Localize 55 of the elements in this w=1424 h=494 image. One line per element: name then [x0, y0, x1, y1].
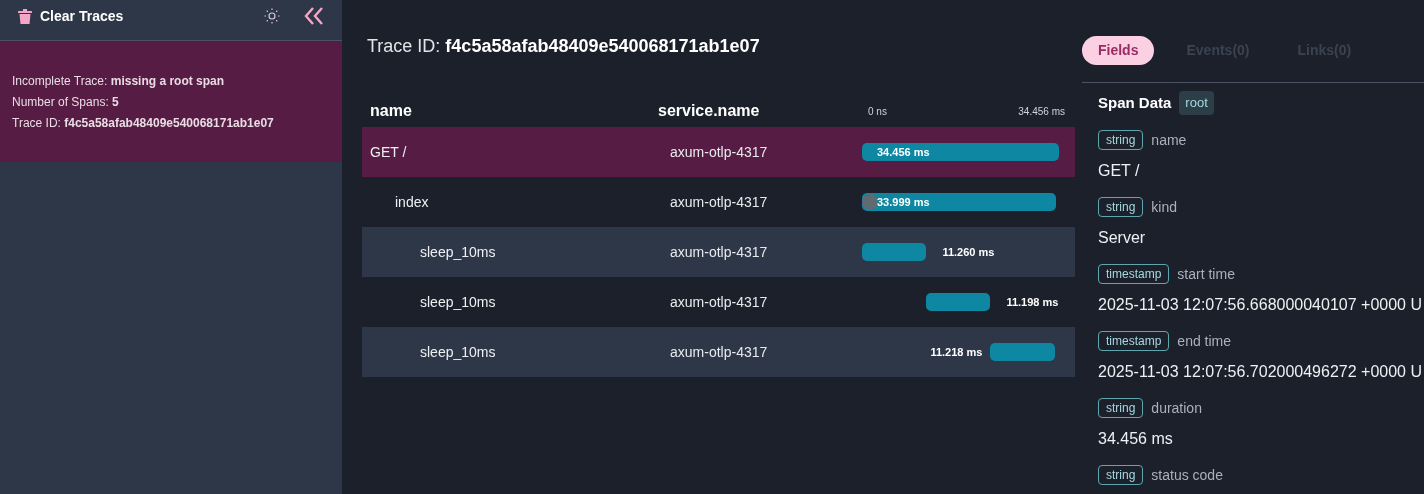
span-bar	[862, 243, 927, 261]
trace-card[interactable]: Incomplete Trace: missing a root span Number of Spans: 5 Trace ID: f4c5a58afab48409e540068171ab1e07	[0, 41, 342, 162]
span-row[interactable]: GET / axum-otlp-4317 34.456 ms	[362, 127, 1075, 177]
duration-label: 11.198 ms	[1006, 294, 1059, 310]
trash-icon	[18, 8, 32, 24]
trace-id-label: Trace ID:	[367, 35, 441, 58]
field-name: duration	[1151, 398, 1202, 418]
field-name: kind	[1151, 197, 1178, 217]
axis-label: 34.456 ms	[1018, 104, 1065, 119]
duration-label: 11.218 ms	[930, 344, 983, 360]
span-name: sleep_10ms	[420, 294, 496, 310]
duration-label: 34.456 ms	[877, 144, 930, 160]
trace-info: Incomplete Trace: missing a root span	[12, 72, 226, 90]
column-header: service.name	[658, 101, 761, 121]
collapse-icon[interactable]	[304, 7, 324, 25]
service-name: axum-otlp-4317	[670, 244, 768, 260]
sun-icon[interactable]	[263, 7, 281, 25]
service-name: axum-otlp-4317	[670, 344, 768, 360]
trace-info: Trace ID: f4c5a58afab48409e540068171ab1e07	[12, 114, 275, 132]
span-row[interactable]: sleep_10ms axum-otlp-4317 11.260 ms	[362, 227, 1075, 277]
span-name: sleep_10ms	[420, 244, 496, 260]
section-title: Span Data	[1098, 92, 1172, 113]
clear-traces-button[interactable]: Clear Traces	[18, 5, 124, 27]
service-name: axum-otlp-4317	[670, 294, 768, 310]
type-tag: timestamp	[1098, 331, 1170, 351]
field-value: GET /	[1098, 160, 1141, 181]
trace-info: Number of Spans: 5	[12, 93, 120, 111]
span-row[interactable]: sleep_10ms axum-otlp-4317 11.218 ms	[362, 327, 1075, 377]
span-name: GET /	[370, 144, 407, 160]
field-value: 2025-11-03 12:07:56.702000496272 +0000 U	[1098, 361, 1423, 382]
duration-label: 11.260 ms	[942, 244, 995, 260]
field-value: 34.456 ms	[1098, 428, 1174, 449]
type-tag: timestamp	[1098, 264, 1170, 284]
column-header: name	[369, 101, 413, 121]
span-name: sleep_10ms	[420, 344, 496, 360]
details-tab[interactable]: Fields	[1082, 36, 1155, 65]
service-name: axum-otlp-4317	[670, 144, 768, 160]
type-tag: string	[1098, 398, 1144, 418]
service-name: axum-otlp-4317	[670, 194, 768, 210]
field-name: start time	[1177, 264, 1235, 284]
field-name: name	[1151, 130, 1187, 150]
type-tag: string	[1098, 130, 1144, 150]
field-value: Server	[1098, 227, 1147, 248]
span-bar	[926, 293, 991, 311]
type-tag: string	[1098, 197, 1144, 217]
type-tag: string	[1098, 465, 1144, 485]
trace-id: f4c5a58afab48409e540068171ab1e07	[445, 35, 760, 58]
span-bar	[990, 343, 1055, 361]
axis-label: 0 ns	[868, 104, 887, 119]
field-value: 2025-11-03 12:07:56.668000040107 +0000 U	[1098, 294, 1423, 315]
field-name: status code	[1151, 465, 1223, 485]
duration-label: 33.999 ms	[877, 194, 930, 210]
field-name: end time	[1177, 331, 1232, 351]
root-badge: root	[1179, 91, 1214, 115]
span-name: index	[395, 194, 429, 210]
